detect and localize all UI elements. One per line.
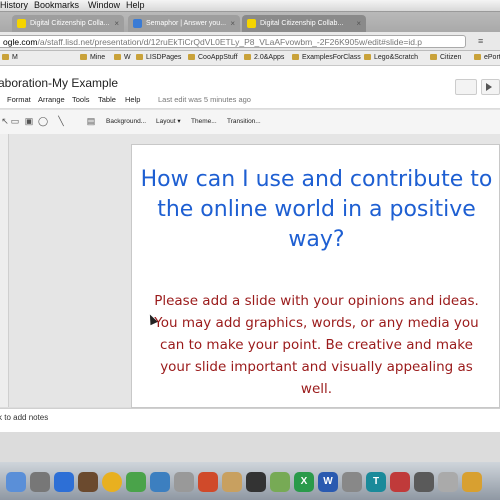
bookmark-item[interactable]: LISDPages — [136, 51, 181, 65]
slides-favicon-icon — [247, 19, 256, 28]
present-button[interactable] — [481, 79, 500, 95]
menu-format[interactable]: Format — [7, 95, 31, 104]
menu-table[interactable]: Table — [98, 95, 116, 104]
play-icon — [486, 83, 492, 91]
transition-button[interactable]: Transition... — [227, 116, 261, 128]
bookmark-item[interactable]: Lego&Scratch — [364, 51, 418, 65]
finder-icon[interactable] — [6, 472, 26, 492]
system-menu-bar: History Bookmarks Window Help — [0, 0, 500, 12]
url-path: /a/staff.lisd.net/presentation/d/12ruEkT… — [37, 37, 423, 47]
site-favicon-icon — [133, 19, 142, 28]
close-tab-icon[interactable]: × — [114, 15, 119, 32]
bookmark-item[interactable]: ExamplesForClass — [292, 51, 361, 65]
folder-icon — [474, 54, 481, 60]
background-button[interactable]: Background... — [106, 116, 146, 128]
folder-icon — [114, 54, 121, 60]
notes-placeholder: k to add notes — [0, 413, 49, 422]
mac-dock: X W T — [0, 462, 500, 500]
browser-tab-active[interactable]: Digital Citizenship Collab... × — [242, 15, 366, 32]
line-icon[interactable]: ╲ — [56, 116, 66, 126]
menu-bookmarks[interactable]: Bookmarks — [34, 0, 79, 11]
menu-help[interactable]: Help — [125, 95, 140, 104]
safari-icon[interactable] — [54, 472, 74, 492]
mail-icon[interactable] — [150, 472, 170, 492]
slide-canvas[interactable]: How can I use and contribute to the onli… — [131, 144, 500, 408]
comment-icon[interactable]: ▤ — [86, 116, 96, 126]
folder-icon — [430, 54, 437, 60]
address-field[interactable]: ogle.com/a/staff.lisd.net/presentation/d… — [0, 35, 466, 48]
browser-tab-strip: Digital Citizenship Colla... × Semaphor … — [0, 12, 500, 32]
bookmarks-bar: M Mine W LISDPages CooAppStuff 2.0&Apps … — [0, 51, 500, 66]
image-icon[interactable]: ▣ — [24, 116, 34, 126]
app-icon[interactable] — [342, 472, 362, 492]
browser-tab[interactable]: Semaphor | Answer you... × — [128, 15, 240, 32]
app-icon[interactable] — [246, 472, 266, 492]
calendar-icon[interactable] — [198, 472, 218, 492]
facetime-icon[interactable] — [126, 472, 146, 492]
menu-history[interactable]: History — [0, 0, 28, 11]
menu-help[interactable]: Help — [126, 0, 145, 11]
last-edit-status[interactable]: Last edit was 5 minutes ago — [158, 95, 251, 104]
app-icon[interactable] — [462, 472, 482, 492]
bookmark-item[interactable]: W — [114, 51, 131, 65]
address-bar-row: ogle.com/a/staff.lisd.net/presentation/d… — [0, 32, 500, 51]
comments-button[interactable] — [455, 79, 477, 95]
document-title[interactable]: aboration-My Example — [0, 76, 118, 90]
bookmark-item[interactable]: M — [2, 51, 18, 65]
bookmark-item[interactable]: CooAppStuff — [188, 51, 238, 65]
speaker-notes-area[interactable]: k to add notes — [0, 408, 500, 432]
folder-icon — [136, 54, 143, 60]
bookmark-item[interactable]: ePort — [474, 51, 500, 65]
slide-filmstrip[interactable] — [0, 134, 9, 407]
editor-toolbar: ↖ ▭ ▣ ◯ ╲ ▤ Background... Layout ▾ Theme… — [0, 109, 500, 135]
dashboard-icon[interactable] — [30, 472, 50, 492]
excel-icon[interactable]: X — [294, 472, 314, 492]
word-icon[interactable]: W — [318, 472, 338, 492]
bookmark-item[interactable]: 2.0&Apps — [244, 51, 284, 65]
bookmark-item[interactable]: Mine — [80, 51, 105, 65]
url-domain: ogle.com — [3, 37, 38, 47]
app-icon[interactable] — [414, 472, 434, 492]
document-header: aboration-My Example Format Arrange Tool… — [0, 66, 500, 108]
bookmark-item[interactable]: Citizen — [430, 51, 461, 65]
app-icon[interactable] — [270, 472, 290, 492]
app-icon[interactable] — [438, 472, 458, 492]
preview-icon[interactable] — [174, 472, 194, 492]
folder-icon — [244, 54, 251, 60]
close-tab-icon[interactable]: × — [230, 15, 235, 32]
app-icon[interactable] — [78, 472, 98, 492]
chrome-icon[interactable] — [102, 472, 122, 492]
slide-body-text[interactable]: Please add a slide with your opinions an… — [150, 290, 483, 400]
slides-favicon-icon — [17, 19, 26, 28]
browser-tab[interactable]: Digital Citizenship Colla... × — [12, 15, 124, 32]
folder-icon — [188, 54, 195, 60]
menu-window[interactable]: Window — [88, 0, 120, 11]
theme-button[interactable]: Theme... — [191, 116, 217, 128]
textedit-icon[interactable]: T — [366, 472, 386, 492]
layout-button[interactable]: Layout ▾ — [156, 116, 181, 128]
folder-icon — [292, 54, 299, 60]
menu-arrange[interactable]: Arrange — [38, 95, 65, 104]
folder-icon — [364, 54, 371, 60]
contacts-icon[interactable] — [222, 472, 242, 492]
text-box-icon[interactable]: ▭ — [10, 116, 20, 126]
app-icon[interactable] — [390, 472, 410, 492]
folder-icon — [2, 54, 9, 60]
wrench-icon[interactable]: ≡ — [478, 36, 490, 46]
close-tab-icon[interactable]: × — [356, 15, 361, 32]
folder-icon — [80, 54, 87, 60]
menu-tools[interactable]: Tools — [72, 95, 90, 104]
select-cursor-icon[interactable]: ↖ — [0, 116, 10, 126]
shape-icon[interactable]: ◯ — [38, 116, 48, 126]
slide-title[interactable]: How can I use and contribute to the onli… — [132, 165, 500, 255]
slide-editor-area: How can I use and contribute to the onli… — [0, 134, 500, 408]
